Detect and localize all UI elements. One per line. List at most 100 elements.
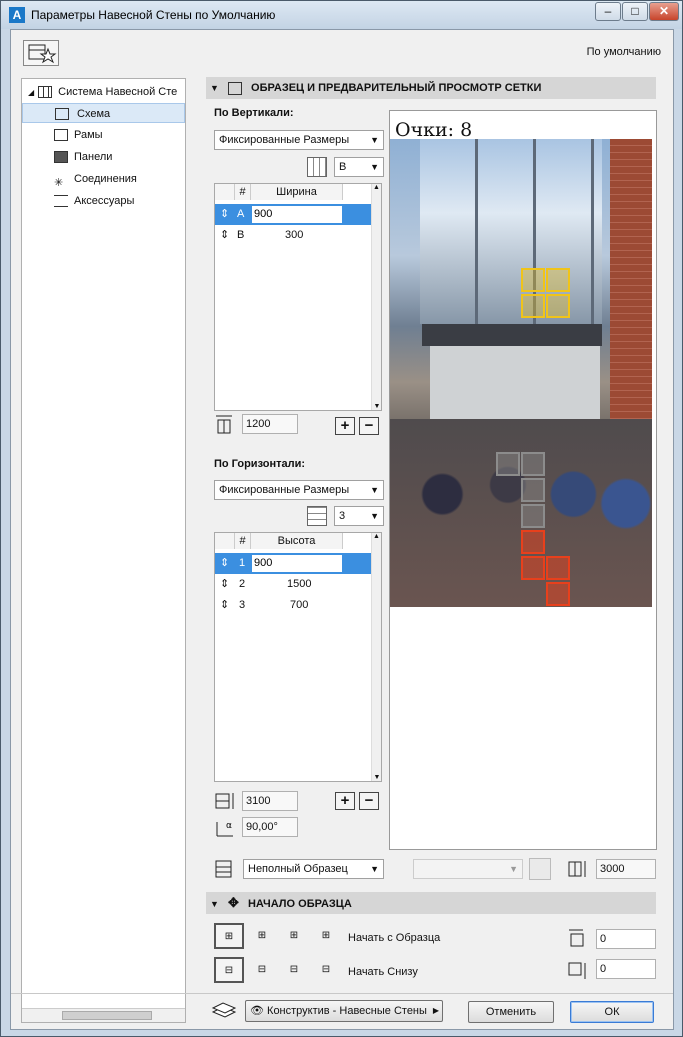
chevron-down-icon: ▼	[370, 135, 379, 145]
width-total-icon	[214, 413, 234, 435]
bottom-option-4-icon[interactable]: ⊟	[311, 957, 341, 983]
origin-option-4-icon[interactable]: ⊞	[311, 923, 341, 949]
col-hash: #	[235, 184, 251, 200]
scroll-thumb[interactable]	[62, 1011, 152, 1020]
grid-cell-red	[521, 556, 545, 580]
ok-button[interactable]: ОК	[570, 1001, 654, 1023]
pattern-name-select[interactable]: ▼	[413, 859, 523, 879]
bottom-option-1-icon[interactable]: ⊟	[214, 957, 244, 983]
column-grid-icon	[307, 157, 327, 177]
vertical-mode-select[interactable]: Фиксированные Размеры ▼	[214, 130, 384, 150]
minimize-button[interactable]: –	[595, 2, 621, 21]
height-input[interactable]: 900	[251, 554, 343, 573]
edit-pattern-icon[interactable]	[529, 858, 551, 880]
bottom-option-3-icon[interactable]: ⊟	[279, 957, 309, 983]
table-scrollbar[interactable]: ▲ ▼	[371, 533, 381, 781]
close-button[interactable]: ✕	[649, 2, 679, 21]
layers-icon	[210, 1000, 238, 1020]
tree-item-scheme[interactable]: Схема	[22, 103, 185, 123]
panels-icon	[54, 151, 68, 164]
chevron-down-icon: ▼	[370, 162, 379, 172]
pattern-mode-select[interactable]: Неполный Образец ▼	[243, 859, 384, 879]
offset-2-field[interactable]: 0	[596, 959, 656, 979]
frames-icon	[54, 129, 68, 142]
horizontal-count-select[interactable]: 3 ▼	[334, 506, 384, 526]
table-row[interactable]: ⇕ A 900	[215, 204, 371, 225]
chevron-down-icon: ▼	[509, 864, 518, 874]
table-row[interactable]: ⇕ B 300	[215, 225, 371, 246]
preview-section-header[interactable]: ▼ ОБРАЗЕЦ И ПРЕДВАРИТЕЛЬНЫЙ ПРОСМОТР СЕТ…	[206, 77, 656, 99]
grid-cell-yellow	[546, 294, 570, 318]
layer-select[interactable]: 👁 Конструктив - Навесные Стены ▶	[245, 1000, 443, 1022]
cancel-button[interactable]: Отменить	[468, 1001, 554, 1023]
maximize-button[interactable]: □	[622, 2, 648, 21]
remove-column-button[interactable]: −	[359, 417, 379, 435]
expand-arrow-icon[interactable]: ◢	[28, 88, 34, 97]
add-column-button[interactable]: +	[335, 417, 355, 435]
preview-canvas: Очки: 8	[389, 110, 657, 850]
origin-section-header[interactable]: ▼ ✥ НАЧАЛО ОБРАЗЦА	[206, 892, 656, 914]
drag-handle-icon[interactable]: ⇕	[220, 595, 229, 616]
add-row-button[interactable]: +	[335, 792, 355, 810]
height-total-icon	[214, 790, 236, 812]
grid-cell-yellow	[521, 268, 545, 292]
tree-item-panels[interactable]: Панели	[54, 147, 112, 167]
col-hash: #	[235, 533, 251, 549]
tree-root-curtain-wall[interactable]: ◢ Система Навесной Сте	[28, 82, 177, 102]
score-label: Очки: 8	[395, 119, 473, 141]
col-width: Ширина	[251, 184, 343, 200]
grid-cell-yellow	[546, 268, 570, 292]
vertical-letter-select[interactable]: B ▼	[334, 157, 384, 177]
svg-text:α: α	[226, 821, 232, 831]
grid-cell-yellow	[521, 294, 545, 318]
collapse-arrow-icon[interactable]: ▼	[210, 83, 219, 93]
title-bar: A Параметры Навесной Стены по Умолчанию …	[1, 1, 682, 29]
archicad-app-icon: A	[9, 7, 25, 23]
bottom-option-2-icon[interactable]: ⊟	[247, 957, 277, 983]
drag-handle-icon[interactable]: ⇕	[220, 553, 229, 574]
tree-hscrollbar[interactable]	[22, 1008, 185, 1022]
table-scrollbar[interactable]: ▲ ▼	[371, 184, 381, 410]
table-row[interactable]: ⇕ 1 900	[215, 553, 371, 574]
drag-handle-icon[interactable]: ⇕	[220, 574, 229, 595]
drag-handle-icon[interactable]: ⇕	[220, 204, 229, 225]
grid-cell-gray	[521, 478, 545, 502]
scheme-icon	[55, 108, 69, 120]
pattern-height-field[interactable]: 3000	[596, 859, 656, 879]
vertical-table: # Ширина ⇕ A 900 ⇕ B 300 ▲ ▼	[214, 183, 382, 411]
angle-icon: α	[214, 817, 236, 839]
eye-icon[interactable]: 👁	[250, 1005, 264, 1017]
width-input[interactable]: 900	[251, 205, 343, 224]
pattern-height-icon	[567, 858, 589, 880]
window-title: Параметры Навесной Стены по Умолчанию	[31, 8, 276, 22]
tree-item-accessories[interactable]: Аксессуары	[54, 191, 134, 211]
favorites-icon[interactable]	[23, 40, 59, 66]
dialog-client: По умолчанию ◢ Система Навесной Сте Схема…	[10, 29, 674, 1030]
vertical-label: По Вертикали:	[214, 107, 294, 119]
pattern-icon	[214, 858, 234, 880]
row-grid-icon	[307, 506, 327, 526]
horizontal-mode-select[interactable]: Фиксированные Размеры ▼	[214, 480, 384, 500]
horizontal-total-field[interactable]: 3100	[242, 791, 298, 811]
tree-item-junctions[interactable]: ✳ Соединения	[54, 169, 137, 189]
tree-item-frames[interactable]: Рамы	[54, 125, 103, 145]
drag-handle-icon[interactable]: ⇕	[220, 225, 229, 246]
grid-cell-red	[546, 556, 570, 580]
table-row[interactable]: ⇕ 3 700	[215, 595, 371, 616]
photo-preview	[390, 139, 652, 607]
remove-row-button[interactable]: −	[359, 792, 379, 810]
col-height: Высота	[251, 533, 343, 549]
offset-1-field[interactable]: 0	[596, 929, 656, 949]
vertical-total-field[interactable]: 1200	[242, 414, 298, 434]
angle-field[interactable]: 90,00°	[242, 817, 298, 837]
offset-x-icon	[567, 927, 589, 949]
grid-cell-red	[521, 530, 545, 554]
accessories-icon	[54, 195, 68, 208]
table-row[interactable]: ⇕ 2 1500	[215, 574, 371, 595]
origin-option-1-icon[interactable]: ⊞	[214, 923, 244, 949]
origin-move-icon: ✥	[227, 895, 239, 910]
origin-option-2-icon[interactable]: ⊞	[247, 923, 277, 949]
collapse-arrow-icon[interactable]: ▼	[210, 899, 219, 909]
origin-option-3-icon[interactable]: ⊞	[279, 923, 309, 949]
start-from-bottom-label: Начать Снизу	[348, 966, 418, 978]
